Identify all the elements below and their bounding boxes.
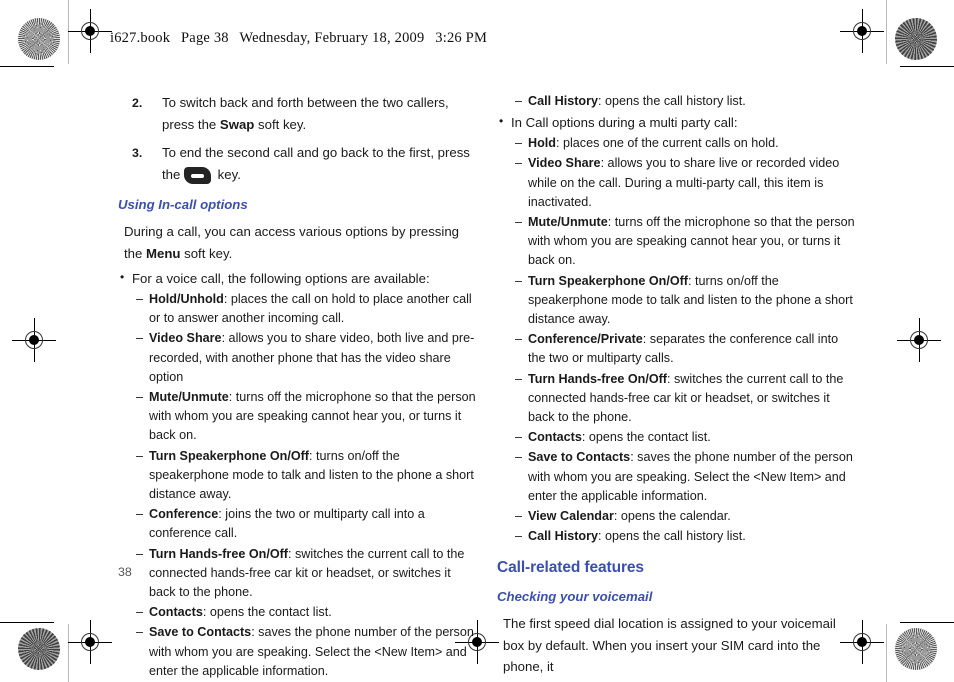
option-item: Mute/Unmute: turns off the microphone so… [118, 388, 476, 446]
header-page-label: Page 38 [181, 30, 229, 46]
option-item: Turn Speakerphone On/Off: turns on/off t… [497, 272, 855, 330]
option-item: Video Share: allows you to share live or… [497, 154, 855, 212]
registration-rosette-top-left [18, 18, 60, 60]
document-page: i627.book Page 38 Wednesday, February 18… [0, 0, 954, 682]
option-term: Mute/Unmute [149, 390, 229, 405]
option-term: Hold/Unhold [149, 292, 224, 306]
registration-crosshair-left-middle [12, 318, 56, 362]
header-filename: i627.book [110, 30, 171, 46]
option-item: Mute/Unmute: turns off the microphone so… [497, 213, 855, 271]
option-item: Call History: opens the call history lis… [497, 92, 855, 111]
option-item: Save to Contacts: saves the phone number… [497, 448, 855, 506]
guide-line-right [886, 0, 887, 64]
subheading-using-in-call-options: Using In-call options [118, 197, 248, 212]
option-item: Contacts: opens the contact list. [118, 603, 476, 622]
option-item: Video Share: allows you to share video, … [118, 329, 476, 387]
registration-crosshair-top-right [840, 9, 884, 53]
guide-line-bottom-right [886, 624, 887, 682]
heading-call-related-features: Call-related features [497, 559, 644, 577]
step-number: 3. [132, 146, 143, 160]
option-term: Save to Contacts [149, 625, 252, 640]
step-text-after: key. [214, 167, 241, 182]
option-item: Conference: joins the two or multiparty … [118, 505, 476, 543]
step-text-after: soft key. [254, 117, 307, 132]
option-item: Conference/Private: separates the confer… [497, 330, 855, 368]
option-term: Turn Speakerphone On/Off [528, 273, 688, 288]
guide-line-bottom-left [68, 624, 69, 682]
option-term: Video Share [528, 156, 601, 171]
option-desc: : opens the call history list. [598, 94, 746, 108]
crop-line-top-left [0, 66, 54, 68]
intro-text-after: soft key. [180, 245, 233, 261]
step-number: 2. [132, 96, 143, 110]
option-term: Contacts [149, 605, 203, 620]
intro-paragraph: During a call, you can access various op… [118, 221, 476, 264]
step-bold-term: Swap [219, 117, 255, 132]
option-term: Mute/Unmute [528, 215, 608, 230]
registration-rosette-bottom-right [895, 628, 937, 670]
option-item: Contacts: opens the contact list. [497, 428, 855, 447]
registration-crosshair-top-left [68, 9, 112, 53]
option-item: Turn Speakerphone On/Off: turns on/off t… [118, 447, 476, 505]
bullet-multiparty-call-options: In Call options during a multi party cal… [497, 111, 855, 133]
registration-crosshair-bottom-left [68, 620, 112, 664]
registration-crosshair-right-middle [897, 318, 941, 362]
option-term: Video Share [149, 331, 222, 346]
option-term: Turn Hands-free On/Off [528, 371, 667, 386]
guide-line-left [68, 0, 69, 64]
option-term: Turn Speakerphone On/Off [149, 448, 309, 463]
registration-rosette-bottom-left [18, 628, 60, 670]
option-desc: : opens the call history list. [598, 529, 746, 544]
option-desc: : places one of the current calls on hol… [555, 136, 779, 151]
intro-bold-term: Menu [146, 245, 181, 261]
option-term: Turn Hands-free On/Off [149, 546, 288, 561]
option-item: Save to Contacts: saves the phone number… [118, 623, 476, 681]
page-number: 38 [118, 565, 132, 579]
numbered-step: 2. To switch back and forth between the … [118, 92, 476, 136]
header-time: 3:26 PM [435, 30, 488, 46]
crop-line-top-right [900, 66, 954, 68]
crop-line-bottom-right [900, 622, 954, 624]
crop-line-bottom-left [0, 622, 54, 624]
option-term: Hold [528, 136, 556, 151]
option-item: Call History: opens the call history lis… [497, 527, 855, 546]
right-column: Call History: opens the call history lis… [497, 92, 855, 682]
option-item: Hold: places one of the current calls on… [497, 134, 855, 153]
registration-rosette-top-right [895, 18, 937, 60]
end-call-key-icon [184, 167, 211, 184]
option-desc: : opens the contact list. [202, 605, 332, 620]
option-item: View Calendar: opens the calendar. [497, 507, 855, 526]
option-term: Contacts [528, 430, 582, 445]
option-term: Call History [528, 94, 598, 108]
option-term: Conference/Private [528, 332, 643, 347]
option-desc: : opens the contact list. [581, 430, 711, 445]
option-desc: : opens the calendar. [613, 509, 731, 524]
bullet-voice-call-options: For a voice call, the following options … [118, 267, 476, 289]
option-term: Conference [149, 507, 219, 522]
document-header-line: i627.book Page 38 Wednesday, February 18… [110, 30, 487, 47]
subheading-checking-your-voicemail: Checking your voicemail [497, 589, 653, 605]
voicemail-body-paragraph: The first speed dial location is assigne… [503, 616, 836, 675]
left-column: 2. To switch back and forth between the … [118, 92, 476, 682]
option-term: View Calendar [528, 509, 614, 524]
option-term: Call History [528, 529, 598, 544]
option-term: Save to Contacts [528, 450, 631, 465]
option-item: Turn Hands-free On/Off: switches the cur… [497, 370, 855, 428]
option-item: Hold/Unhold: places the call on hold to … [118, 290, 476, 328]
numbered-step: 3. To end the second call and go back to… [118, 142, 476, 186]
option-item: Turn Hands-free On/Off: switches the cur… [118, 545, 476, 603]
header-date: Wednesday, February 18, 2009 [239, 30, 425, 46]
